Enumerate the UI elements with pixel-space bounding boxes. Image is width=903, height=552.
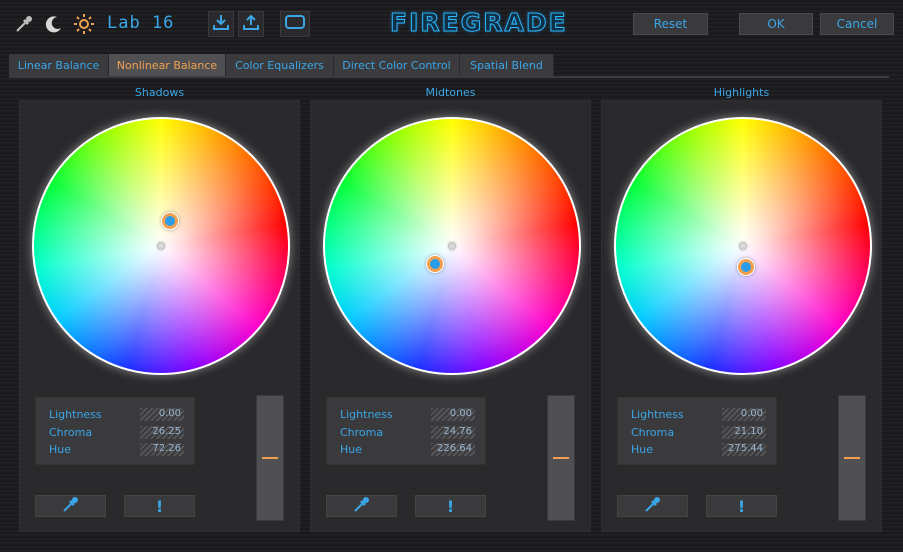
color-space-label[interactable]: Lab 16 [107, 13, 174, 33]
midtones-picker-button[interactable] [326, 495, 397, 517]
lightness-label: Lightness [340, 408, 393, 421]
tab-direct-color-control[interactable]: Direct Color Control [334, 54, 460, 76]
wheel-center-dot [157, 242, 165, 250]
tab-spatial-blend[interactable]: Spatial Blend [460, 54, 554, 76]
chroma-label: Chroma [631, 426, 675, 439]
frame-icon [284, 14, 306, 34]
highlights-alert-button[interactable]: ! [706, 495, 777, 517]
shadows-chroma-field[interactable]: 26.25 [140, 426, 184, 439]
tab-linear-balance[interactable]: Linear Balance [9, 54, 109, 76]
top-toolbar: Lab 16 FIREGRADE Reset OK Cancel [0, 0, 903, 48]
highlights-picker-button[interactable] [617, 495, 688, 517]
highlights-chroma-field[interactable]: 21.10 [722, 426, 766, 439]
shadows-hue-field[interactable]: 72.26 [140, 443, 184, 456]
moon-icon[interactable] [42, 12, 66, 36]
shadows-picker-button[interactable] [35, 495, 106, 517]
hue-label: Hue [340, 443, 363, 456]
lightness-label: Lightness [631, 408, 684, 421]
export-button[interactable] [238, 11, 264, 37]
highlights-panel: Lightness 0.00 Chroma 21.10 Hue 275.44 ! [601, 100, 882, 532]
midtones-lightness-field[interactable]: 0.00 [431, 408, 475, 421]
highlights-lightness-slider[interactable] [838, 395, 866, 521]
highlights-color-handle[interactable] [738, 259, 754, 275]
slider-handle[interactable] [844, 457, 860, 459]
panel-title-midtones: Midtones [425, 86, 476, 99]
reset-button[interactable]: Reset [633, 13, 708, 35]
shadows-lightness-slider[interactable] [256, 395, 284, 521]
sun-icon[interactable] [72, 12, 96, 36]
midtones-panel: Lightness 0.00 Chroma 24.76 Hue 226.64 ! [310, 100, 591, 532]
shadows-color-handle[interactable] [162, 213, 178, 229]
shadows-readout: Lightness 0.00 Chroma 26.25 Hue 72.26 [35, 397, 195, 465]
chroma-label: Chroma [340, 426, 384, 439]
highlights-readout: Lightness 0.00 Chroma 21.10 Hue 275.44 [617, 397, 777, 465]
eyedropper-icon [644, 495, 662, 517]
lightness-label: Lightness [49, 408, 102, 421]
import-icon [212, 13, 230, 35]
midtones-chroma-field[interactable]: 24.76 [431, 426, 475, 439]
midtones-hue-field[interactable]: 226.64 [431, 443, 475, 456]
chroma-label: Chroma [49, 426, 93, 439]
tab-color-equalizers[interactable]: Color Equalizers [226, 54, 334, 76]
frame-button[interactable] [280, 11, 310, 37]
shadows-lightness-field[interactable]: 0.00 [140, 408, 184, 421]
eyedropper-icon [353, 495, 371, 517]
hue-label: Hue [631, 443, 654, 456]
tab-nonlinear-balance[interactable]: Nonlinear Balance [109, 54, 226, 76]
wheel-center-dot [448, 242, 456, 250]
midtones-lightness-slider[interactable] [547, 395, 575, 521]
slider-handle[interactable] [553, 457, 569, 459]
slider-handle[interactable] [262, 457, 278, 459]
ok-button[interactable]: OK [739, 13, 813, 35]
tab-divider [9, 76, 889, 78]
shadows-alert-button[interactable]: ! [124, 495, 195, 517]
midtones-color-handle[interactable] [427, 256, 443, 272]
export-icon [242, 13, 260, 35]
eyedropper-icon[interactable] [12, 12, 36, 36]
cancel-button[interactable]: Cancel [820, 13, 894, 35]
import-button[interactable] [208, 11, 234, 37]
midtones-readout: Lightness 0.00 Chroma 24.76 Hue 226.64 [326, 397, 486, 465]
eyedropper-icon [62, 495, 80, 517]
wheel-center-dot [739, 242, 747, 250]
panel-title-shadows: Shadows [134, 86, 185, 99]
midtones-alert-button[interactable]: ! [415, 495, 486, 517]
tab-bar: Linear Balance Nonlinear Balance Color E… [9, 54, 554, 76]
app-logo: FIREGRADE [390, 8, 568, 38]
shadows-panel: Lightness 0.00 Chroma 26.25 Hue 72.26 ! [19, 100, 300, 532]
highlights-hue-field[interactable]: 275.44 [722, 443, 766, 456]
highlights-lightness-field[interactable]: 0.00 [722, 408, 766, 421]
panel-title-highlights: Highlights [713, 86, 770, 99]
hue-label: Hue [49, 443, 72, 456]
